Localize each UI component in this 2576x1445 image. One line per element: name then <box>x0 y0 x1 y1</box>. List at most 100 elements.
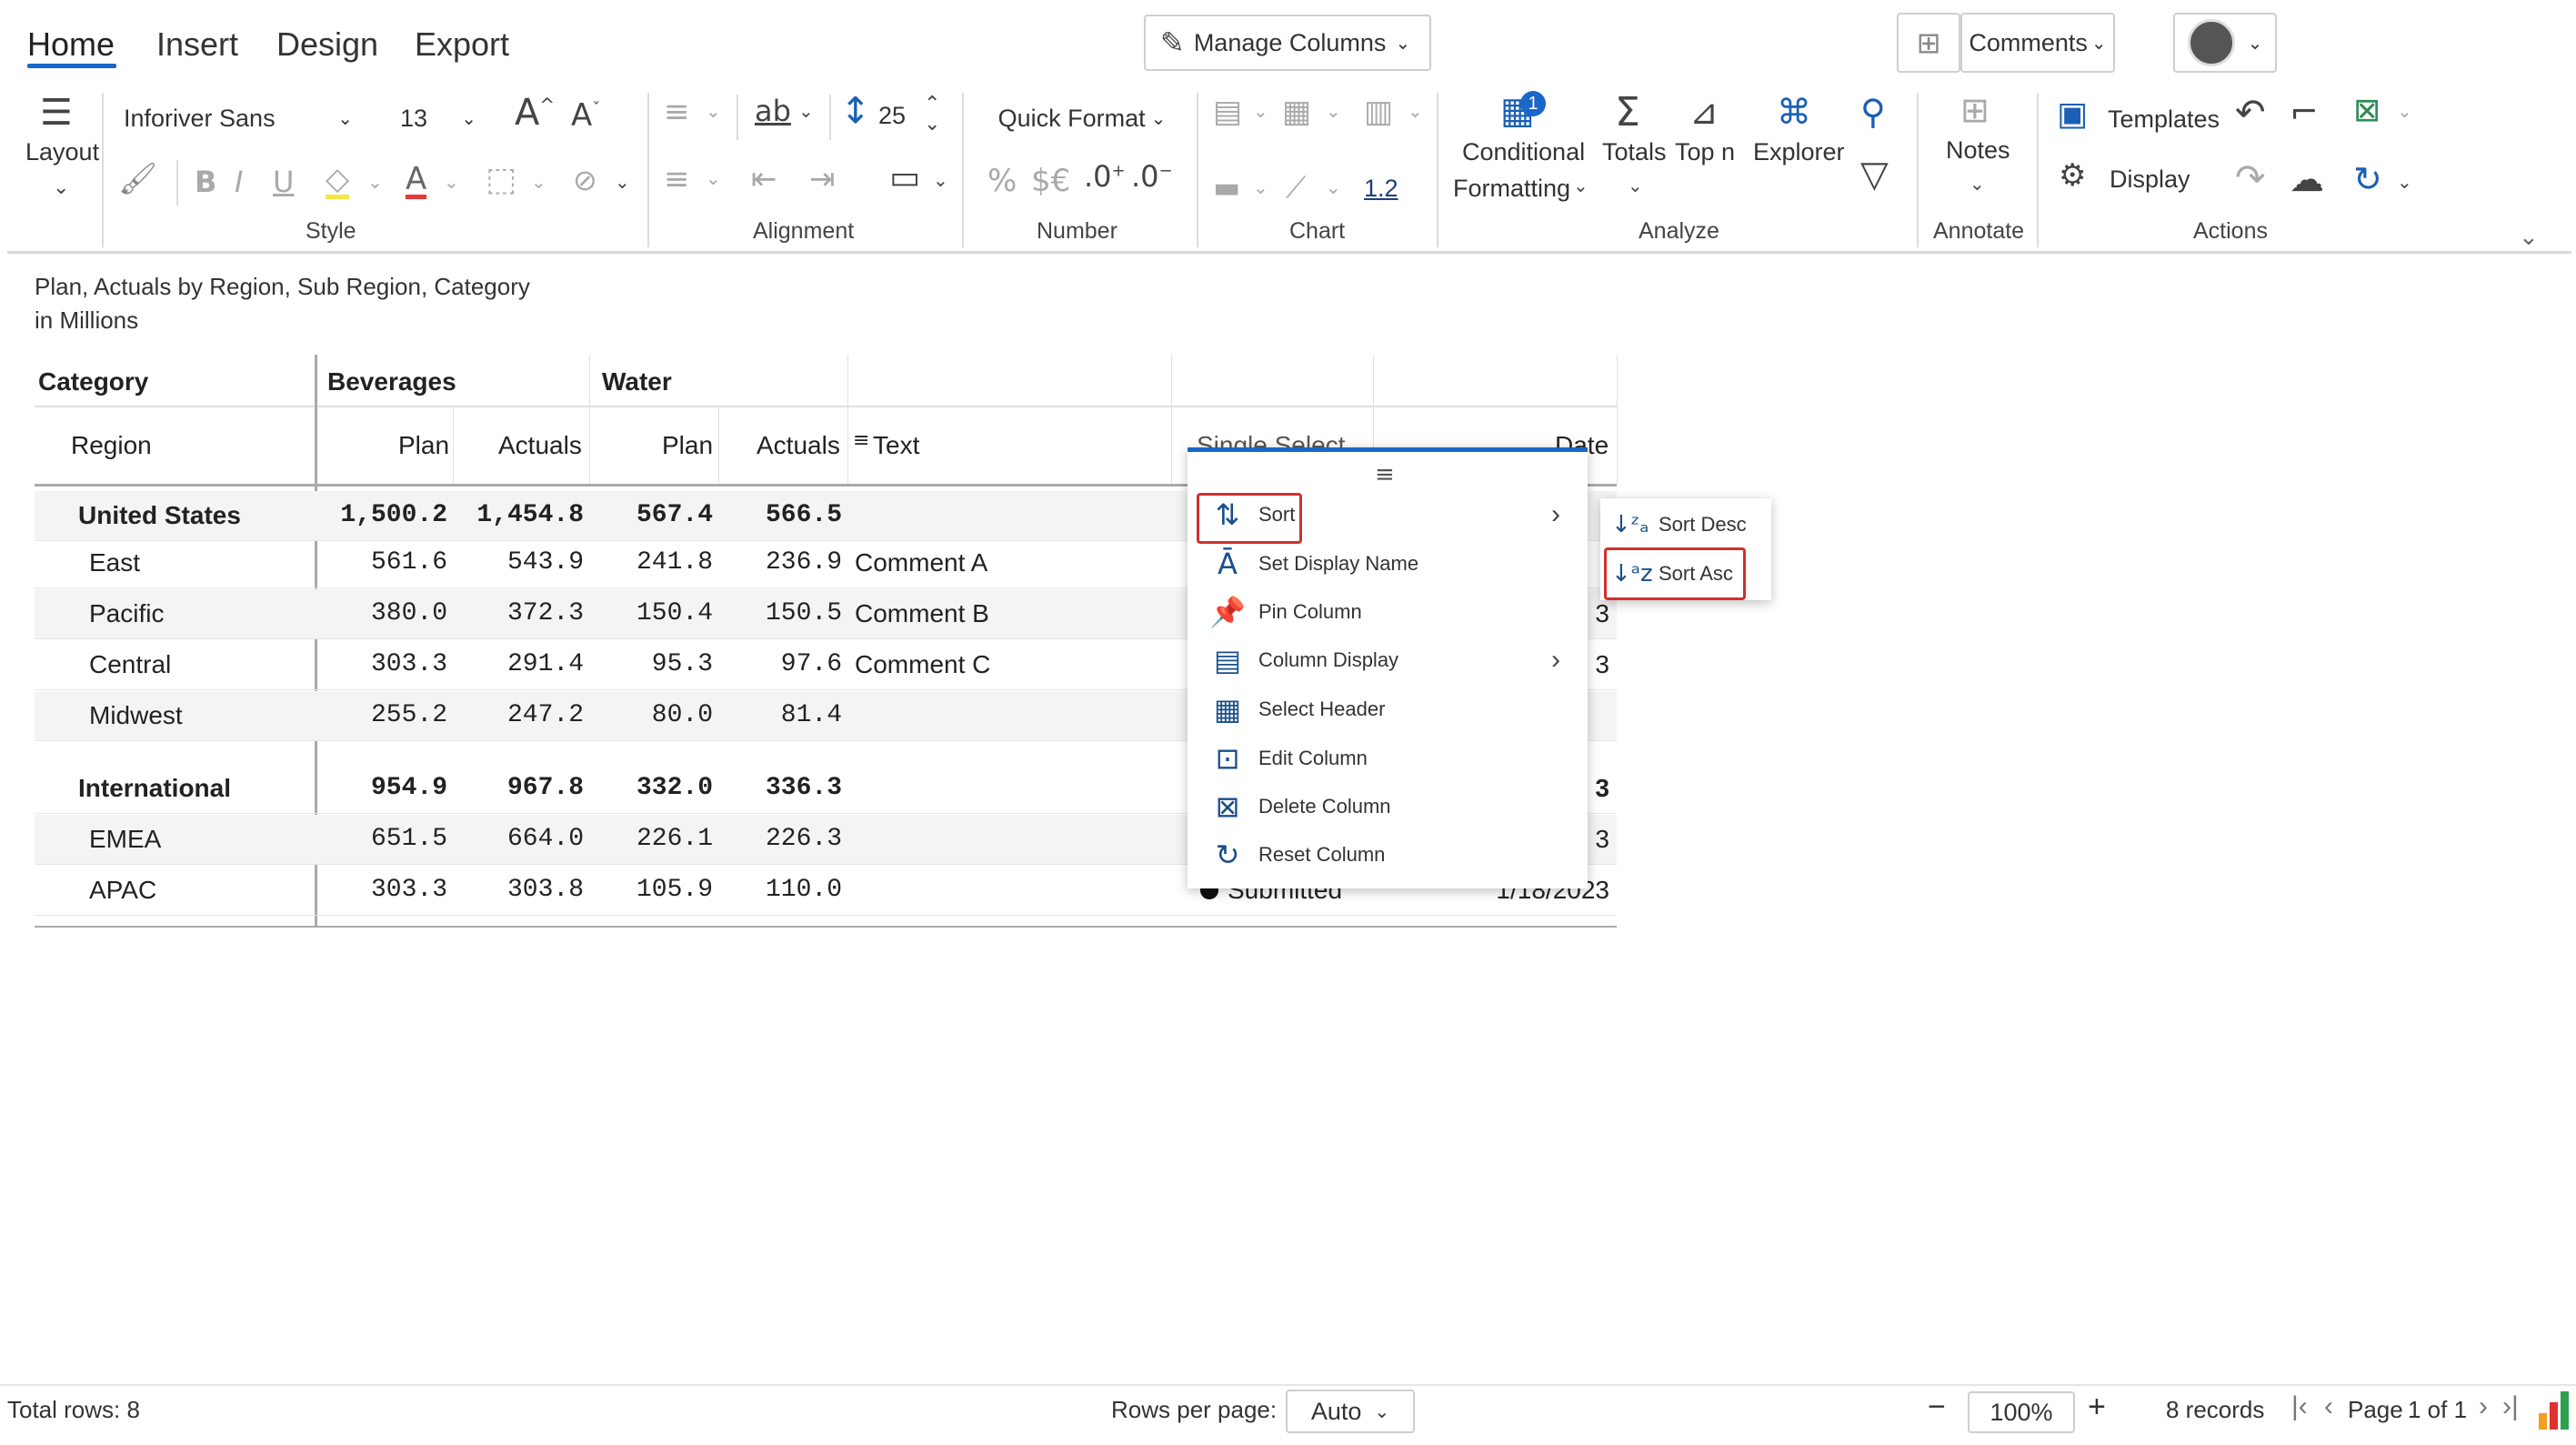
cell-water-actuals[interactable]: 226.3 <box>720 815 842 864</box>
menu-item-select-header[interactable]: ▦ Select Header <box>1208 687 1386 732</box>
chevron-down-icon[interactable]: ⌄ <box>706 102 721 120</box>
row-label[interactable]: APAC <box>89 866 326 915</box>
currency-icon[interactable]: $€ <box>1031 166 1070 196</box>
row-height-icon[interactable]: ↕ <box>840 93 871 129</box>
layout-icon[interactable]: ☰ <box>40 95 73 131</box>
tab-design[interactable]: Design <box>276 25 378 64</box>
text-wrap-icon[interactable]: ab <box>755 96 791 125</box>
format-painter-icon[interactable]: 🖌 <box>118 164 157 195</box>
cell-water-plan[interactable]: 105.9 <box>591 866 713 915</box>
cell-bev-plan[interactable]: 303.3 <box>318 640 447 689</box>
cell-water-plan[interactable]: 241.8 <box>591 538 713 587</box>
prev-page-icon[interactable]: ‹ <box>2324 1391 2333 1422</box>
menu-item-delete-column[interactable]: ⊠ Delete Column <box>1208 784 1391 829</box>
cell-water-plan[interactable]: 226.1 <box>591 815 713 864</box>
chevron-down-icon[interactable]: ⌄ <box>706 169 721 187</box>
border-icon[interactable]: ⬚ <box>486 164 516 196</box>
formatting-label[interactable]: Formatting <box>1453 175 1570 203</box>
cell-padding-icon[interactable]: ▭ <box>889 162 920 195</box>
user-menu[interactable]: ⌄ <box>2173 13 2277 73</box>
header-beverages[interactable]: Beverages <box>327 367 456 396</box>
cell-bev-plan[interactable]: 380.0 <box>318 589 447 638</box>
cell-water-plan[interactable]: 80.0 <box>591 691 713 740</box>
font-size-select[interactable]: 13 ⌄ <box>386 95 491 142</box>
row-height-value[interactable]: 25 <box>878 102 906 130</box>
cell-text[interactable] <box>855 866 1164 915</box>
horizontal-align-icon[interactable]: ≡ <box>664 96 690 127</box>
cell-water-plan[interactable]: 567.4 <box>591 491 713 540</box>
decrease-font-icon[interactable]: Aˇ <box>571 100 600 131</box>
menu-item-edit-column[interactable]: ⊡ Edit Column <box>1208 736 1368 781</box>
chevron-down-icon[interactable]: ⌄ <box>1408 102 1423 120</box>
cell-text[interactable] <box>855 691 1164 740</box>
totals-icon[interactable]: Σ <box>1615 93 1640 133</box>
header-water[interactable]: Water <box>602 367 672 396</box>
chevron-down-icon[interactable]: ⌄ <box>1326 102 1341 120</box>
cell-water-actuals[interactable]: 336.3 <box>720 764 842 813</box>
cell-water-plan[interactable]: 332.0 <box>591 764 713 813</box>
increase-font-icon[interactable]: A^ <box>515 95 555 131</box>
filter-icon[interactable]: ▽ <box>1860 156 1889 193</box>
header-bev-plan[interactable]: Plan <box>398 431 449 460</box>
header-text[interactable]: Text <box>873 431 919 460</box>
row-label[interactable]: United States <box>78 491 315 540</box>
menu-item-set-display-name[interactable]: Ā Set Display Name <box>1208 541 1418 587</box>
cell-bev-plan[interactable]: 561.6 <box>318 538 447 587</box>
top-n-icon[interactable]: ⊿ <box>1689 95 1719 129</box>
cell-water-actuals[interactable]: 150.5 <box>720 589 842 638</box>
cell-bev-plan[interactable]: 1,500.2 <box>318 491 447 540</box>
display-label[interactable]: Display <box>2110 166 2190 194</box>
cell-water-plan[interactable]: 95.3 <box>591 640 713 689</box>
cell-bev-actuals[interactable]: 247.2 <box>455 691 584 740</box>
cell-water-plan[interactable]: 150.4 <box>591 589 713 638</box>
chevron-down-icon[interactable]: ⌄ <box>1628 176 1643 195</box>
cell-bev-actuals[interactable]: 1,454.8 <box>455 491 584 540</box>
chevron-down-icon[interactable]: ⌄ <box>1253 102 1268 120</box>
header-water-actuals[interactable]: Actuals <box>757 431 840 460</box>
row-label[interactable]: Midwest <box>89 691 326 740</box>
cell-water-actuals[interactable]: 81.4 <box>720 691 842 740</box>
data-label-format[interactable]: 1.2 <box>1364 175 1398 203</box>
undo-icon[interactable]: ↶ <box>2235 95 2266 131</box>
cell-text[interactable] <box>855 491 1164 540</box>
row-label[interactable]: International <box>78 764 315 813</box>
bar-chart-icon[interactable]: ▤ <box>1213 96 1242 127</box>
zoom-out-icon[interactable]: − <box>1928 1390 1946 1425</box>
chevron-down-icon[interactable]: ⌄ <box>1326 178 1341 196</box>
bold-icon[interactable]: B <box>195 167 216 196</box>
chevron-down-icon[interactable]: ⌄ <box>1970 175 1985 193</box>
decrease-decimal-icon[interactable]: .0− <box>1131 162 1173 191</box>
underline-icon[interactable]: U <box>273 167 294 196</box>
sparkline-icon[interactable]: ⟋ <box>1286 173 1306 202</box>
cell-bev-actuals[interactable]: 303.8 <box>455 866 584 915</box>
cell-bev-plan[interactable]: 255.2 <box>318 691 447 740</box>
cell-bev-actuals[interactable]: 543.9 <box>455 538 584 587</box>
cell-text[interactable] <box>855 815 1164 864</box>
percent-icon[interactable]: % <box>987 166 1017 196</box>
row-label[interactable]: EMEA <box>89 815 326 864</box>
templates-label[interactable]: Templates <box>2108 105 2220 134</box>
chevron-down-icon[interactable]: ⌄ <box>798 102 814 120</box>
italic-icon[interactable]: I <box>235 167 243 196</box>
chevron-down-icon[interactable]: ⌄ <box>615 173 630 191</box>
table-chart-icon[interactable]: ▬ <box>1213 173 1240 202</box>
templates-icon[interactable]: ▣ <box>2057 98 2088 131</box>
vertical-align-icon[interactable]: ≡ <box>664 164 690 195</box>
conditional-formatting-label[interactable]: Conditional <box>1462 138 1585 166</box>
first-page-icon[interactable]: |‹ <box>2291 1391 2308 1422</box>
fit-icon[interactable]: ⌐ <box>2290 95 2319 129</box>
drag-handle-icon[interactable]: ≡ <box>1375 461 1395 488</box>
stepper-icon[interactable]: ⌃ ⌄ <box>924 95 940 135</box>
increase-decimal-icon[interactable]: .0+ <box>1084 162 1126 191</box>
cell-bev-plan[interactable]: 954.9 <box>318 764 447 813</box>
cell-bev-actuals[interactable]: 372.3 <box>455 589 584 638</box>
redo-icon[interactable]: ↷ <box>2235 160 2266 196</box>
chevron-down-icon[interactable]: ⌄ <box>1573 176 1589 195</box>
menu-item-reset-column[interactable]: ↻ Reset Column <box>1208 832 1386 878</box>
zoom-in-icon[interactable]: + <box>2088 1390 2106 1425</box>
header-water-plan[interactable]: Plan <box>662 431 713 460</box>
menu-item-pin-column[interactable]: 📌 Pin Column <box>1208 589 1362 635</box>
totals-label[interactable]: Totals <box>1602 138 1667 166</box>
cell-bev-actuals[interactable]: 664.0 <box>455 815 584 864</box>
cell-text[interactable]: Comment B <box>855 589 1164 638</box>
